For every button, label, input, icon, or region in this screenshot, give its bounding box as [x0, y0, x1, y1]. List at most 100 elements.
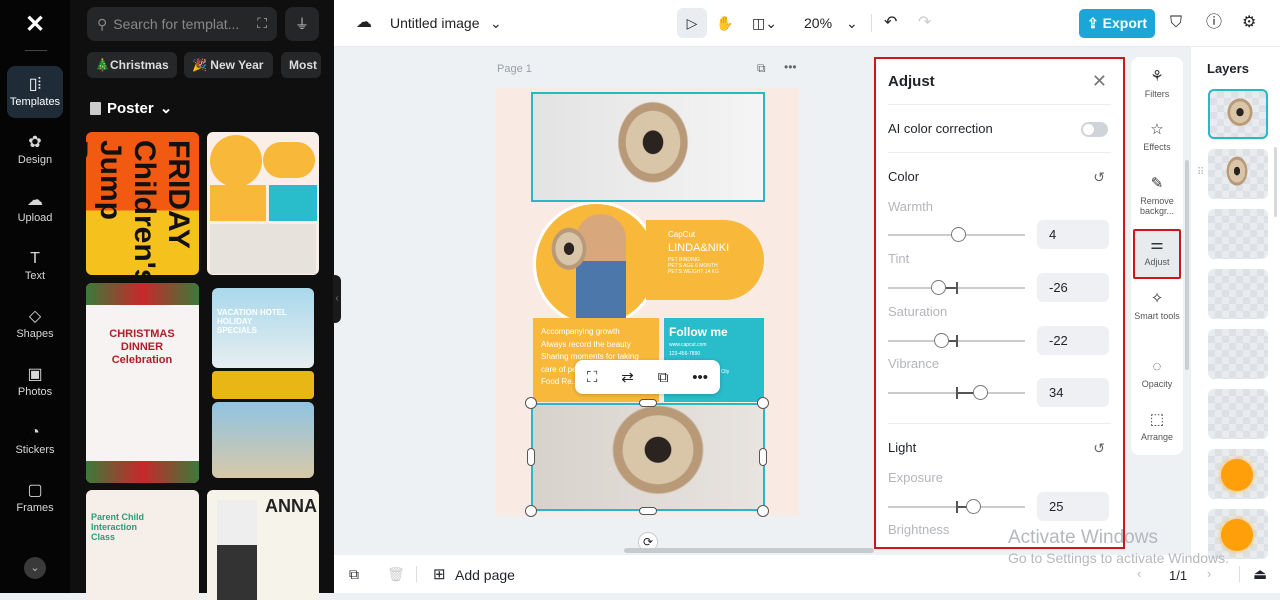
prev-page-icon[interactable]: ‹	[1137, 566, 1141, 581]
export-button[interactable]: ⇪ Export	[1079, 9, 1155, 38]
slider-knob[interactable]	[973, 385, 988, 400]
close-icon[interactable]: ✕	[1092, 71, 1107, 92]
more-icon[interactable]: •••	[692, 369, 708, 386]
resize-handle-nw[interactable]	[525, 397, 537, 409]
warmth-value[interactable]: 4	[1037, 220, 1109, 249]
settings-icon[interactable]: ⚙	[1242, 8, 1256, 38]
slider-knob[interactable]	[934, 333, 949, 348]
template-card[interactable]: Parent Child Interaction Class	[86, 490, 199, 600]
redo-icon[interactable]: ↷	[918, 8, 931, 38]
search-input[interactable]: ⚲ Search for templat... ⛶	[87, 7, 277, 41]
shield-check-icon[interactable]: ⛉	[1170, 8, 1182, 38]
undo-icon[interactable]: ↶	[884, 8, 897, 38]
capcut-logo-icon[interactable]: ✕	[20, 10, 50, 36]
more-chevron-icon[interactable]: ⌄	[24, 557, 46, 579]
tool-arrange[interactable]: ⬚Arrange	[1133, 410, 1181, 442]
layer-item[interactable]	[1208, 329, 1268, 379]
layout-icon[interactable]: ◫⌄	[752, 8, 777, 38]
help-icon[interactable]: ⓘ	[1206, 8, 1222, 38]
slider-knob[interactable]	[931, 280, 946, 295]
selection-box[interactable]	[531, 403, 765, 511]
floating-toolbar: ⛶ ⇄ ⧉ •••	[575, 360, 720, 394]
tool-smart-tools[interactable]: ✧Smart tools	[1133, 289, 1181, 321]
layer-item[interactable]	[1208, 449, 1268, 499]
rail-label: Photos	[18, 386, 52, 398]
saturation-slider[interactable]	[888, 340, 1025, 342]
rail-item-stickers[interactable]: ◔Stickers	[7, 414, 63, 466]
cloud-sync-icon[interactable]: ☁	[356, 8, 372, 38]
template-card[interactable]	[212, 402, 314, 478]
layer-item[interactable]	[1208, 389, 1268, 439]
page-more-icon[interactable]: •••	[784, 60, 797, 74]
chip-new-year[interactable]: 🎉 New Year	[184, 52, 273, 78]
rail-item-shapes[interactable]: ◇Shapes	[7, 298, 63, 350]
slider-knob[interactable]	[966, 499, 981, 514]
template-card[interactable]: LINDA&NIKI pet poster	[207, 132, 319, 275]
saturation-value[interactable]: -22	[1037, 326, 1109, 355]
tint-value[interactable]: -26	[1037, 273, 1109, 302]
collapse-panel-handle[interactable]: ‹	[333, 275, 341, 323]
duplicate-page-icon[interactable]: ⧉	[757, 61, 766, 76]
tool-effects[interactable]: ☆Effects	[1133, 120, 1181, 152]
template-card[interactable]: VACATION HOTEL HOLIDAY SPECIALS	[212, 288, 314, 368]
add-page-button[interactable]: Add page	[455, 567, 515, 583]
tool-opacity[interactable]: ◌Opacity	[1133, 357, 1181, 389]
resize-handle-ne[interactable]	[757, 397, 769, 409]
next-page-icon[interactable]: ›	[1207, 566, 1211, 581]
resize-handle-e[interactable]	[759, 448, 767, 466]
resize-handle-sw[interactable]	[525, 505, 537, 517]
zoom-level[interactable]: 20%	[804, 8, 832, 38]
vibrance-slider[interactable]	[888, 392, 1025, 394]
rail-item-frames[interactable]: ▢Frames	[7, 472, 63, 524]
zoom-chevron-down-icon[interactable]: ⌄	[846, 8, 858, 38]
drag-handle-icon[interactable]: ⠿	[1197, 167, 1204, 178]
exposure-slider[interactable]	[888, 506, 1025, 508]
slider-knob[interactable]	[951, 227, 966, 242]
exposure-value[interactable]: 25	[1037, 492, 1109, 521]
filter-button[interactable]: ⏚	[285, 7, 319, 41]
chip-christmas[interactable]: 🎄Christmas	[87, 52, 177, 78]
add-page-icon[interactable]: ⊞	[433, 565, 446, 583]
layer-item[interactable]	[1208, 149, 1268, 199]
rail-item-design[interactable]: ✿Design	[7, 124, 63, 176]
ai-color-toggle[interactable]	[1081, 122, 1108, 137]
layer-item[interactable]	[1208, 269, 1268, 319]
horizontal-scrollbar[interactable]	[624, 548, 874, 553]
rail-item-upload[interactable]: ☁Upload	[7, 182, 63, 234]
resize-handle-w[interactable]	[527, 448, 535, 466]
reset-light-icon[interactable]: ↺	[1093, 440, 1105, 457]
duplicate-page-icon[interactable]: ⧉	[349, 566, 359, 583]
title-chevron-down-icon[interactable]: ⌄	[490, 8, 502, 38]
resize-handle-n[interactable]	[639, 399, 657, 407]
reset-color-icon[interactable]: ↺	[1093, 169, 1105, 186]
image-search-icon[interactable]: ⛶	[257, 15, 267, 32]
hand-tool-icon[interactable]: ✋	[716, 8, 733, 38]
template-card[interactable]: ANNA	[207, 490, 319, 600]
template-card[interactable]: CHRISTMAS DINNER Celebration	[86, 283, 199, 483]
tool-adjust[interactable]: ⚌Adjust	[1133, 229, 1181, 279]
duplicate-icon[interactable]: ⧉	[658, 369, 669, 386]
rail-item-templates[interactable]: ▯⦙Templates	[7, 66, 63, 118]
rail-item-text[interactable]: TText	[7, 240, 63, 292]
tool-remove-background[interactable]: ✎Remove backgr...	[1133, 174, 1181, 216]
tint-slider[interactable]	[888, 287, 1025, 289]
layer-item[interactable]	[1208, 89, 1268, 139]
document-title[interactable]: Untitled image	[390, 8, 480, 38]
select-tool-icon[interactable]: ▷	[677, 8, 707, 38]
chip-most[interactable]: Most	[281, 52, 321, 78]
resize-handle-s[interactable]	[639, 507, 657, 515]
layer-item[interactable]	[1208, 209, 1268, 259]
vibrance-value[interactable]: 34	[1037, 378, 1109, 407]
crop-icon[interactable]: ⛶	[587, 369, 598, 386]
category-dropdown[interactable]: Poster⌄	[90, 99, 172, 117]
replace-icon[interactable]: ⇄	[621, 368, 634, 386]
delete-page-icon[interactable]: 🗑	[387, 566, 405, 583]
layers-scrollbar[interactable]	[1274, 147, 1277, 217]
hide-pages-icon[interactable]: ⏏	[1253, 565, 1267, 583]
tools-scrollbar[interactable]	[1185, 160, 1189, 370]
tool-filters[interactable]: ⚘Filters	[1133, 67, 1181, 99]
warmth-slider[interactable]	[888, 234, 1025, 236]
resize-handle-se[interactable]	[757, 505, 769, 517]
rail-item-photos[interactable]: ▣Photos	[7, 356, 63, 408]
template-card[interactable]: FRIDAY Children's Jump Rope	[86, 132, 199, 275]
